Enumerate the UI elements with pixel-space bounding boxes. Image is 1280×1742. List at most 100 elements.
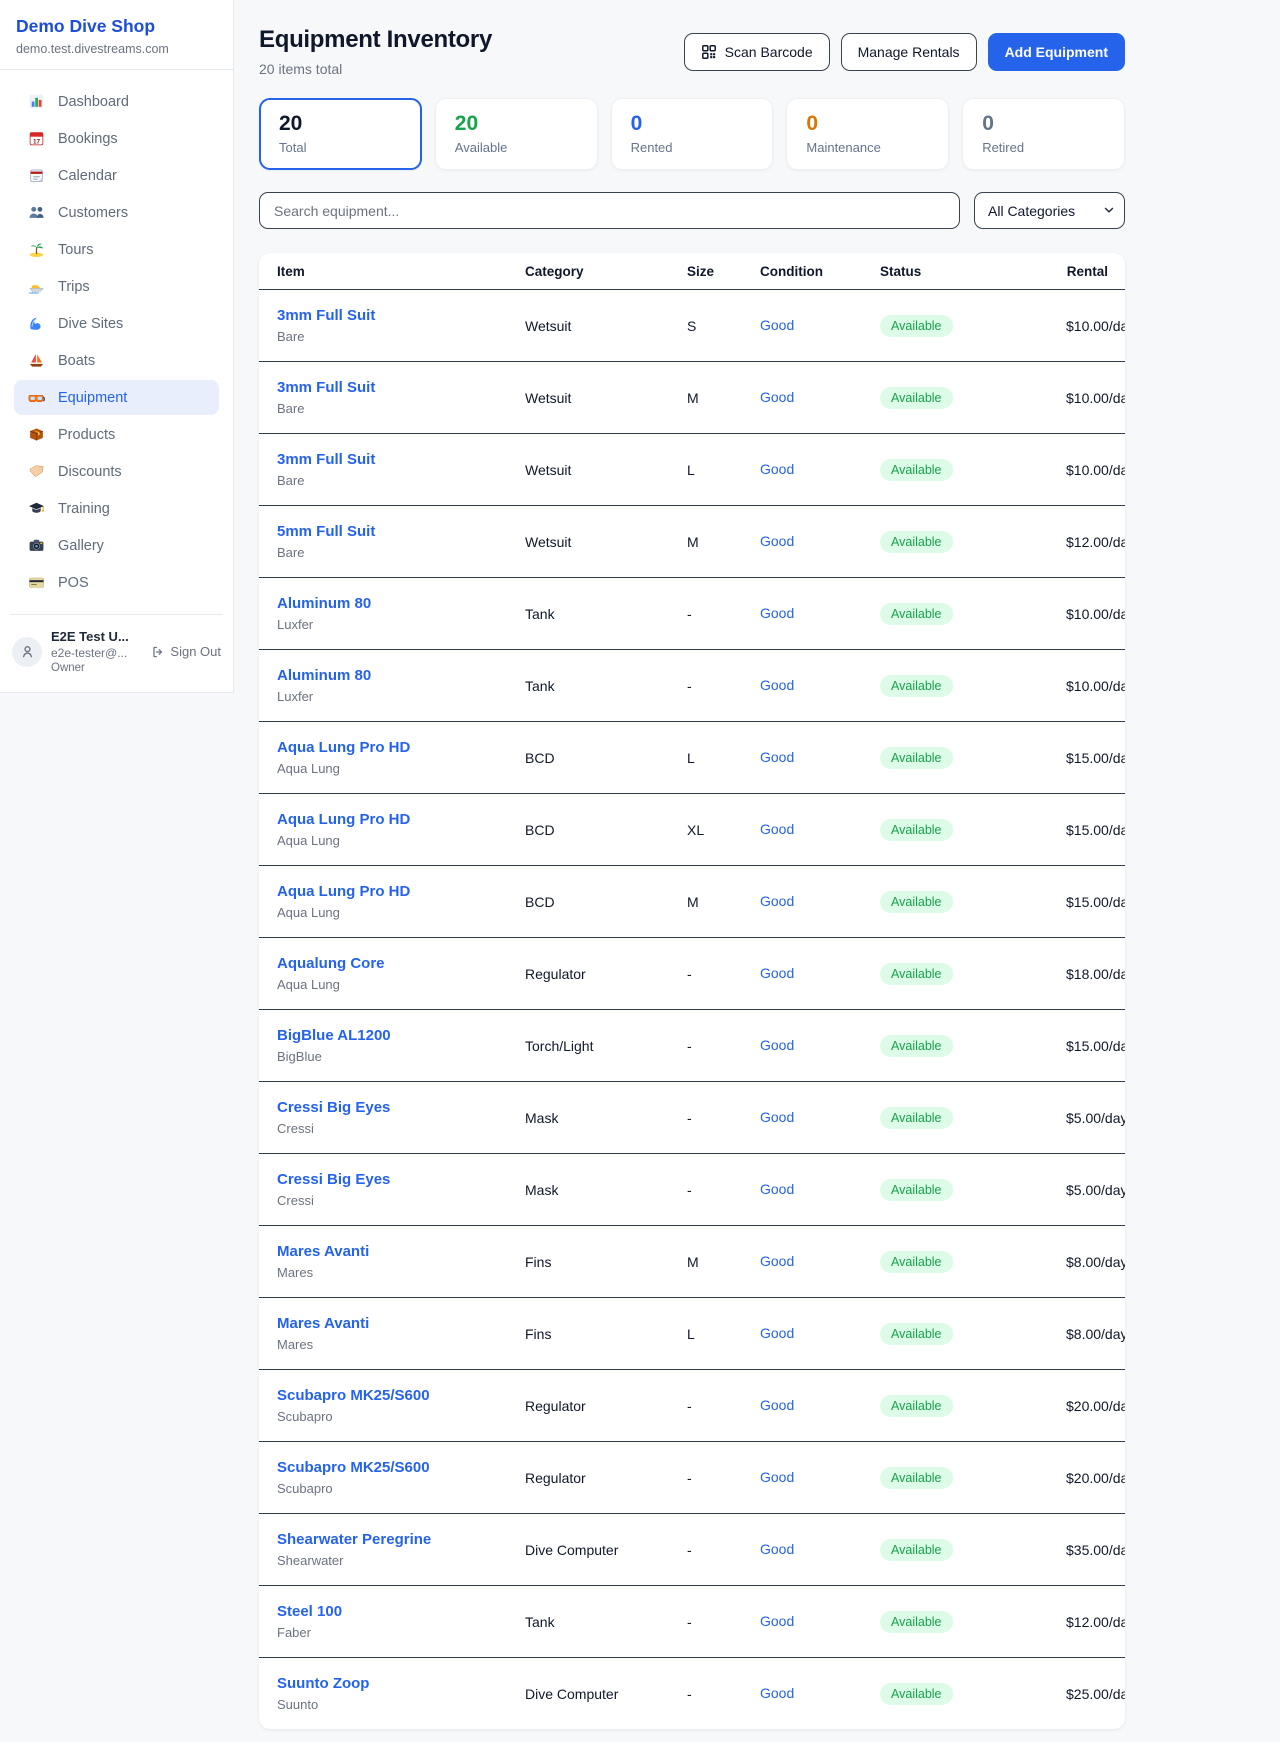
sidebar-item-products[interactable]: Products bbox=[14, 417, 219, 452]
condition-link[interactable]: Good bbox=[760, 1109, 794, 1125]
sidebar-item-bookings[interactable]: 17 Bookings bbox=[14, 121, 219, 156]
condition-link[interactable]: Good bbox=[760, 1541, 794, 1557]
condition-link[interactable]: Good bbox=[760, 1397, 794, 1413]
table-row-aluminum-80[interactable]: Aluminum 80 Luxfer Tank - Good Available bbox=[259, 578, 1125, 650]
item-name-link[interactable]: Scubapro MK25/S600 bbox=[277, 1458, 430, 1478]
table-row-aqualung-core[interactable]: Aqualung Core Aqua Lung Regulator - Good… bbox=[259, 938, 1125, 1010]
condition-link[interactable]: Good bbox=[760, 1325, 794, 1341]
condition-link[interactable]: Good bbox=[760, 317, 794, 333]
table-row-3mm-full-suit[interactable]: 3mm Full Suit Bare Wetsuit L Good Availa… bbox=[259, 434, 1125, 506]
table-row-cressi-big-eyes[interactable]: Cressi Big Eyes Cressi Mask - Good Avail… bbox=[259, 1154, 1125, 1226]
condition-link[interactable]: Good bbox=[760, 821, 794, 837]
item-name-link[interactable]: Mares Avanti bbox=[277, 1242, 369, 1262]
item-category: Wetsuit bbox=[509, 362, 671, 434]
condition-link[interactable]: Good bbox=[760, 677, 794, 693]
stat-card-rented[interactable]: 0 Rented bbox=[611, 98, 774, 170]
sidebar-item-label: Training bbox=[58, 501, 110, 517]
table-row-steel-100[interactable]: Steel 100 Faber Tank - Good Available bbox=[259, 1586, 1125, 1658]
item-category: Dive Computer bbox=[509, 1658, 671, 1730]
stat-card-maintenance[interactable]: 0 Maintenance bbox=[786, 98, 949, 170]
speedboat-icon bbox=[27, 278, 46, 295]
item-name-link[interactable]: BigBlue AL1200 bbox=[277, 1026, 391, 1046]
item-name-link[interactable]: Aqua Lung Pro HD bbox=[277, 738, 410, 758]
sidebar-item-dive-sites[interactable]: Dive Sites bbox=[14, 306, 219, 341]
item-name-link[interactable]: Scubapro MK25/S600 bbox=[277, 1386, 430, 1406]
condition-link[interactable]: Good bbox=[760, 893, 794, 909]
sidebar-item-pos[interactable]: POS bbox=[14, 565, 219, 600]
status-badge: Available bbox=[880, 1395, 953, 1417]
stat-card-total[interactable]: 20 Total bbox=[259, 98, 422, 170]
item-name-link[interactable]: Suunto Zoop bbox=[277, 1674, 369, 1694]
item-name-link[interactable]: Steel 100 bbox=[277, 1602, 342, 1622]
table-row-shearwater-peregrine[interactable]: Shearwater Peregrine Shearwater Dive Com… bbox=[259, 1514, 1125, 1586]
item-name-link[interactable]: Aluminum 80 bbox=[277, 666, 371, 686]
condition-link[interactable]: Good bbox=[760, 1469, 794, 1485]
item-name-link[interactable]: Cressi Big Eyes bbox=[277, 1098, 390, 1118]
manage-rentals-button[interactable]: Manage Rentals bbox=[841, 33, 977, 71]
table-row-3mm-full-suit[interactable]: 3mm Full Suit Bare Wetsuit M Good Availa… bbox=[259, 362, 1125, 434]
sidebar-item-dashboard[interactable]: Dashboard bbox=[14, 84, 219, 119]
sidebar-item-training[interactable]: Training bbox=[14, 491, 219, 526]
calendar-pad-icon bbox=[27, 167, 46, 184]
item-name-link[interactable]: Aqua Lung Pro HD bbox=[277, 810, 410, 830]
category-select-input[interactable]: All Categories bbox=[974, 192, 1125, 229]
add-equipment-button[interactable]: Add Equipment bbox=[988, 33, 1125, 71]
item-name-link[interactable]: Shearwater Peregrine bbox=[277, 1530, 431, 1550]
item-name-link[interactable]: Mares Avanti bbox=[277, 1314, 369, 1334]
scan-barcode-button[interactable]: Scan Barcode bbox=[684, 33, 830, 71]
condition-link[interactable]: Good bbox=[760, 1685, 794, 1701]
condition-link[interactable]: Good bbox=[760, 749, 794, 765]
sidebar-item-discounts[interactable]: Discounts bbox=[14, 454, 219, 489]
sidebar-item-equipment[interactable]: Equipment bbox=[14, 380, 219, 415]
item-size: - bbox=[671, 578, 744, 650]
item-name-link[interactable]: Cressi Big Eyes bbox=[277, 1170, 390, 1190]
condition-link[interactable]: Good bbox=[760, 1253, 794, 1269]
condition-link[interactable]: Good bbox=[760, 1181, 794, 1197]
condition-link[interactable]: Good bbox=[760, 461, 794, 477]
table-row-5mm-full-suit[interactable]: 5mm Full Suit Bare Wetsuit M Good Availa… bbox=[259, 506, 1125, 578]
stat-card-available[interactable]: 20 Available bbox=[435, 98, 598, 170]
table-row-mares-avanti[interactable]: Mares Avanti Mares Fins L Good Available bbox=[259, 1298, 1125, 1370]
status-badge: Available bbox=[880, 1683, 953, 1705]
condition-link[interactable]: Good bbox=[760, 1037, 794, 1053]
sidebar-item-boats[interactable]: Boats bbox=[14, 343, 219, 378]
table-row-scubapro-mk25-s600[interactable]: Scubapro MK25/S600 Scubapro Regulator - … bbox=[259, 1370, 1125, 1442]
sidebar-item-tours[interactable]: Tours bbox=[14, 232, 219, 267]
condition-link[interactable]: Good bbox=[760, 965, 794, 981]
table-row-mares-avanti[interactable]: Mares Avanti Mares Fins M Good Available bbox=[259, 1226, 1125, 1298]
category-select[interactable]: All Categories bbox=[974, 192, 1125, 229]
item-category: Wetsuit bbox=[509, 290, 671, 362]
item-name-link[interactable]: Aqualung Core bbox=[277, 954, 385, 974]
brand-title[interactable]: Demo Dive Shop bbox=[16, 16, 217, 37]
sign-out-button[interactable]: Sign Out bbox=[151, 644, 221, 659]
sidebar-item-gallery[interactable]: Gallery bbox=[14, 528, 219, 563]
table-row-cressi-big-eyes[interactable]: Cressi Big Eyes Cressi Mask - Good Avail… bbox=[259, 1082, 1125, 1154]
table-row-3mm-full-suit[interactable]: 3mm Full Suit Bare Wetsuit S Good Availa… bbox=[259, 290, 1125, 362]
sidebar-item-calendar[interactable]: Calendar bbox=[14, 158, 219, 193]
item-name-link[interactable]: Aluminum 80 bbox=[277, 594, 371, 614]
table-row-aqua-lung-pro-hd[interactable]: Aqua Lung Pro HD Aqua Lung BCD M Good Av… bbox=[259, 866, 1125, 938]
stat-card-retired[interactable]: 0 Retired bbox=[962, 98, 1125, 170]
search-input[interactable] bbox=[259, 192, 960, 229]
item-name-link[interactable]: 5mm Full Suit bbox=[277, 522, 375, 542]
table-row-scubapro-mk25-s600[interactable]: Scubapro MK25/S600 Scubapro Regulator - … bbox=[259, 1442, 1125, 1514]
item-name-link[interactable]: Aqua Lung Pro HD bbox=[277, 882, 410, 902]
item-size: XL bbox=[671, 794, 744, 866]
status-badge: Available bbox=[880, 675, 953, 697]
item-name-link[interactable]: 3mm Full Suit bbox=[277, 450, 375, 470]
item-name-link[interactable]: 3mm Full Suit bbox=[277, 378, 375, 398]
condition-link[interactable]: Good bbox=[760, 533, 794, 549]
item-name-link[interactable]: 3mm Full Suit bbox=[277, 306, 375, 326]
condition-link[interactable]: Good bbox=[760, 1613, 794, 1629]
condition-link[interactable]: Good bbox=[760, 389, 794, 405]
table-row-aluminum-80[interactable]: Aluminum 80 Luxfer Tank - Good Available bbox=[259, 650, 1125, 722]
avatar bbox=[12, 637, 42, 667]
sidebar-item-customers[interactable]: Customers bbox=[14, 195, 219, 230]
table-row-aqua-lung-pro-hd[interactable]: Aqua Lung Pro HD Aqua Lung BCD XL Good A… bbox=[259, 794, 1125, 866]
item-brand: Aqua Lung bbox=[277, 833, 493, 849]
sidebar-item-trips[interactable]: Trips bbox=[14, 269, 219, 304]
table-row-suunto-zoop[interactable]: Suunto Zoop Suunto Dive Computer - Good … bbox=[259, 1658, 1125, 1730]
table-row-bigblue-al1200[interactable]: BigBlue AL1200 BigBlue Torch/Light - Goo… bbox=[259, 1010, 1125, 1082]
table-row-aqua-lung-pro-hd[interactable]: Aqua Lung Pro HD Aqua Lung BCD L Good Av… bbox=[259, 722, 1125, 794]
condition-link[interactable]: Good bbox=[760, 605, 794, 621]
